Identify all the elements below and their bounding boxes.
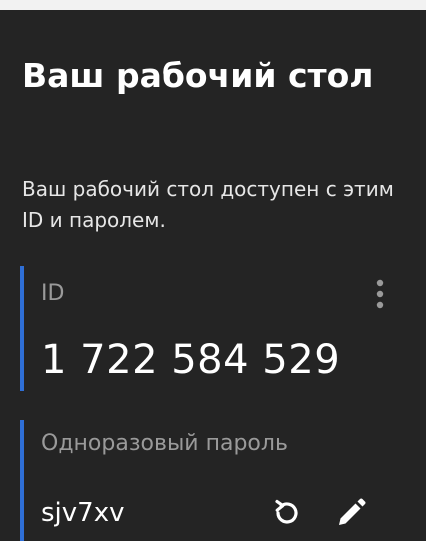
panel-title: Ваш рабочий стол: [22, 56, 374, 95]
otp-field: Одноразовый пароль sjv7xv: [20, 420, 410, 541]
pencil-icon: [339, 498, 366, 525]
id-value: 1 722 584 529: [41, 337, 341, 383]
more-vertical-icon: [376, 279, 384, 309]
id-label: ID: [41, 281, 65, 306]
edit-password-button[interactable]: [332, 494, 370, 532]
refresh-icon: [275, 499, 298, 524]
otp-value: sjv7xv: [41, 498, 125, 528]
more-options-button[interactable]: [368, 276, 392, 312]
id-field: ID 1 722 584 529: [20, 266, 410, 391]
top-strip: [0, 0, 426, 10]
refresh-password-button[interactable]: [268, 494, 306, 532]
panel-subtitle: Ваш рабочий стол доступен с этим ID и па…: [22, 177, 394, 232]
otp-label: Одноразовый пароль: [41, 431, 288, 456]
